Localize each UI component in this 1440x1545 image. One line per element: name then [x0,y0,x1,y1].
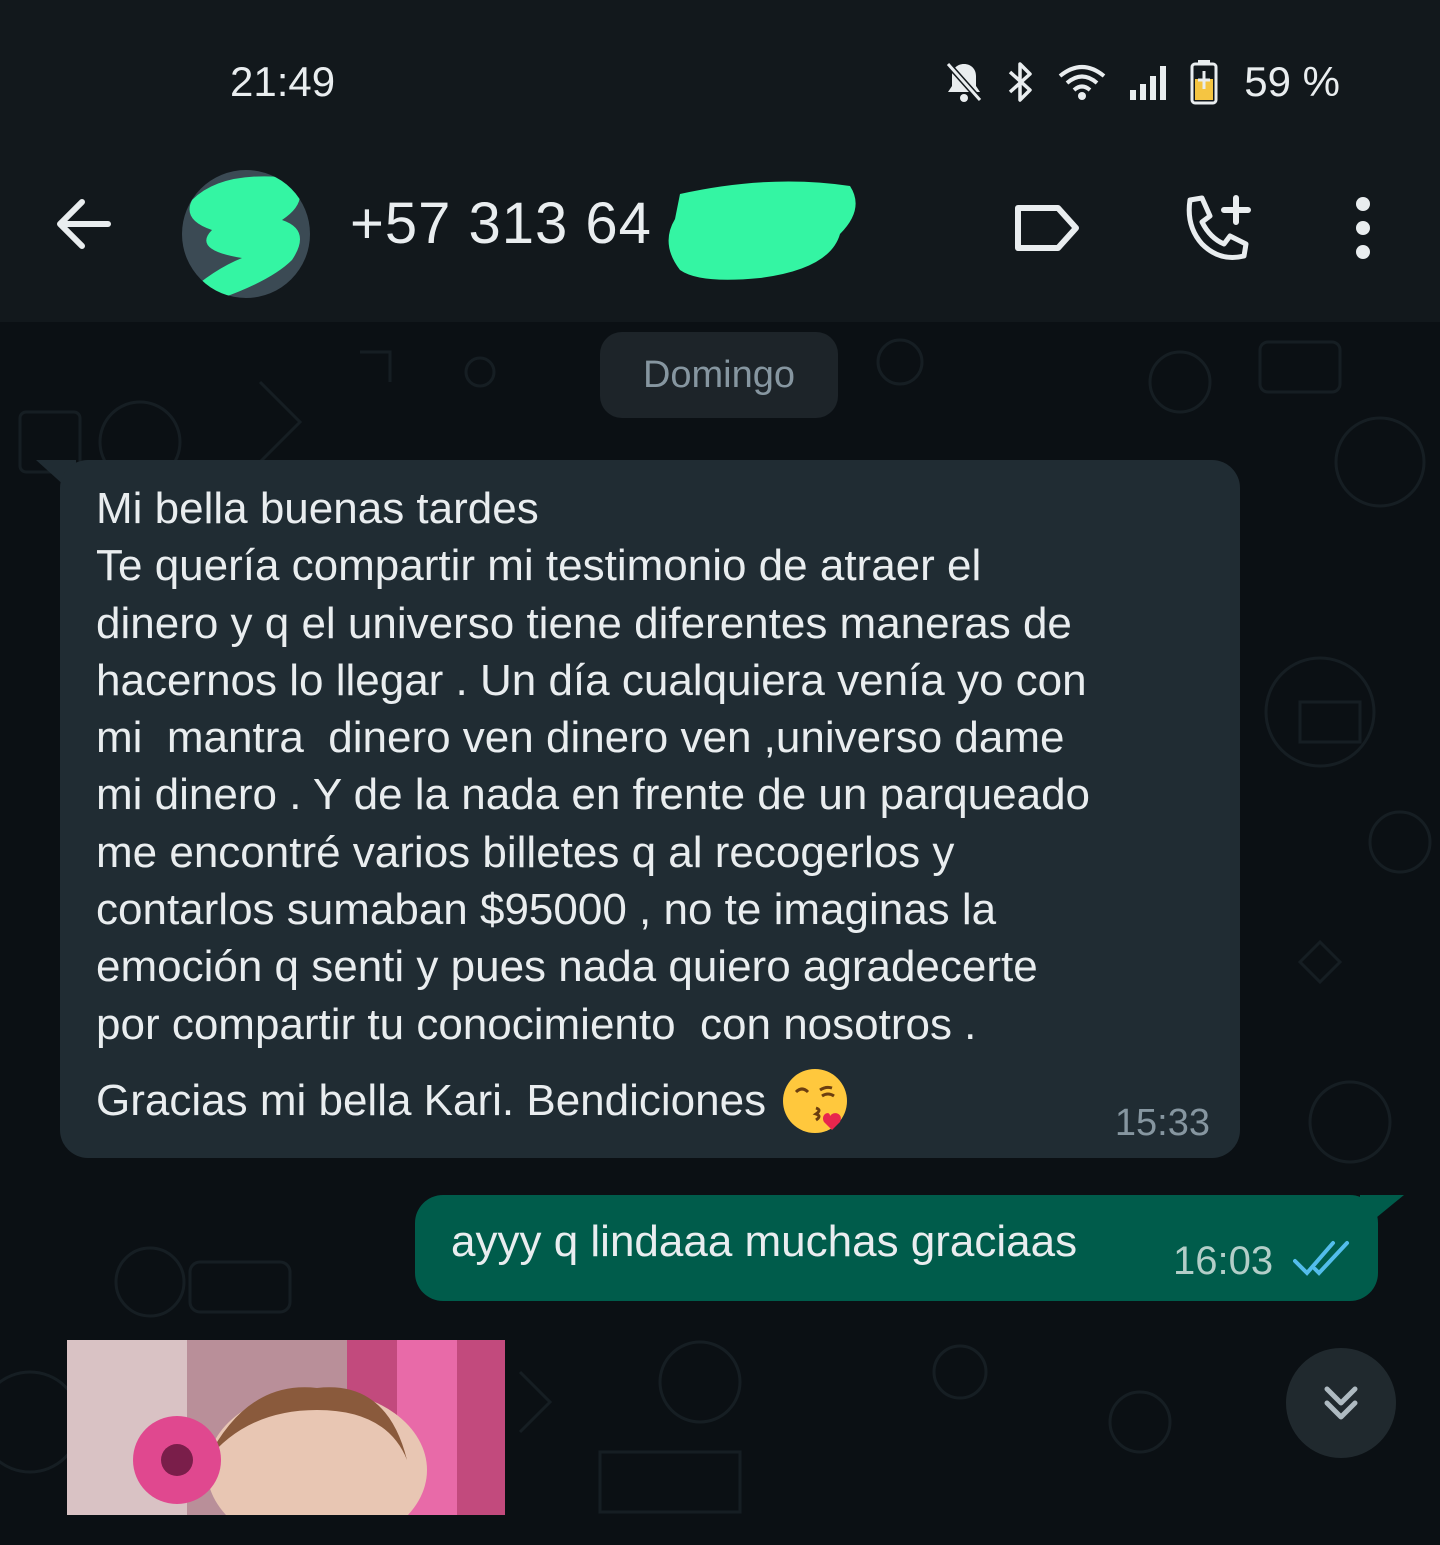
incoming-message-signoff: Gracias mi bella Kari. Bendiciones [96,1066,850,1136]
read-ticks-icon [1293,1241,1349,1276]
contact-avatar[interactable] [182,170,310,298]
double-chevron-down-icon [1324,1386,1358,1420]
incoming-message-time: 15:33 [1114,1102,1210,1144]
more-vert-icon[interactable] [1350,196,1376,265]
status-icons: 59 % [944,58,1340,106]
add-call-icon[interactable] [1180,192,1260,271]
incoming-message-bubble[interactable]: Mi bella buenas tardes Te quería compart… [60,460,1240,1158]
outgoing-message-time: 16:03 [1173,1239,1274,1283]
outgoing-message-text: ayyy q lindaaa muchas graciaas [451,1217,1078,1266]
chat-header: +57 313 64 [0,160,1440,322]
signoff-text: Gracias mi bella Kari. Bendiciones [96,1076,767,1125]
image-message-thumbnail[interactable] [67,1340,505,1515]
date-chip: Domingo [600,332,838,418]
wifi-icon [1058,62,1106,102]
chat-area[interactable]: Domingo Mi bella buenas tardes Te quería… [0,322,1440,1545]
back-arrow-icon[interactable] [52,192,116,261]
name-redaction [668,181,856,280]
scroll-to-bottom-button[interactable] [1286,1348,1396,1458]
avatar-redaction [182,176,300,298]
bluetooth-icon [1006,60,1036,104]
signal-icon [1128,62,1168,102]
battery-percent: 59 % [1244,58,1340,105]
status-time: 21:49 [230,58,336,105]
mute-bell-icon [944,60,984,104]
label-icon[interactable] [1010,198,1082,263]
incoming-message-text: Mi bella buenas tardes Te quería compart… [96,484,1091,1049]
status-bar: 21:49 59 % [0,0,1440,160]
contact-name[interactable]: +57 313 64 [350,190,652,257]
battery-icon [1190,59,1218,105]
kissing-face-emoji-icon [783,1069,848,1133]
outgoing-message-bubble[interactable]: ayyy q lindaaa muchas graciaas 16:03 [415,1195,1378,1301]
photo-child-with-flower [67,1340,505,1515]
